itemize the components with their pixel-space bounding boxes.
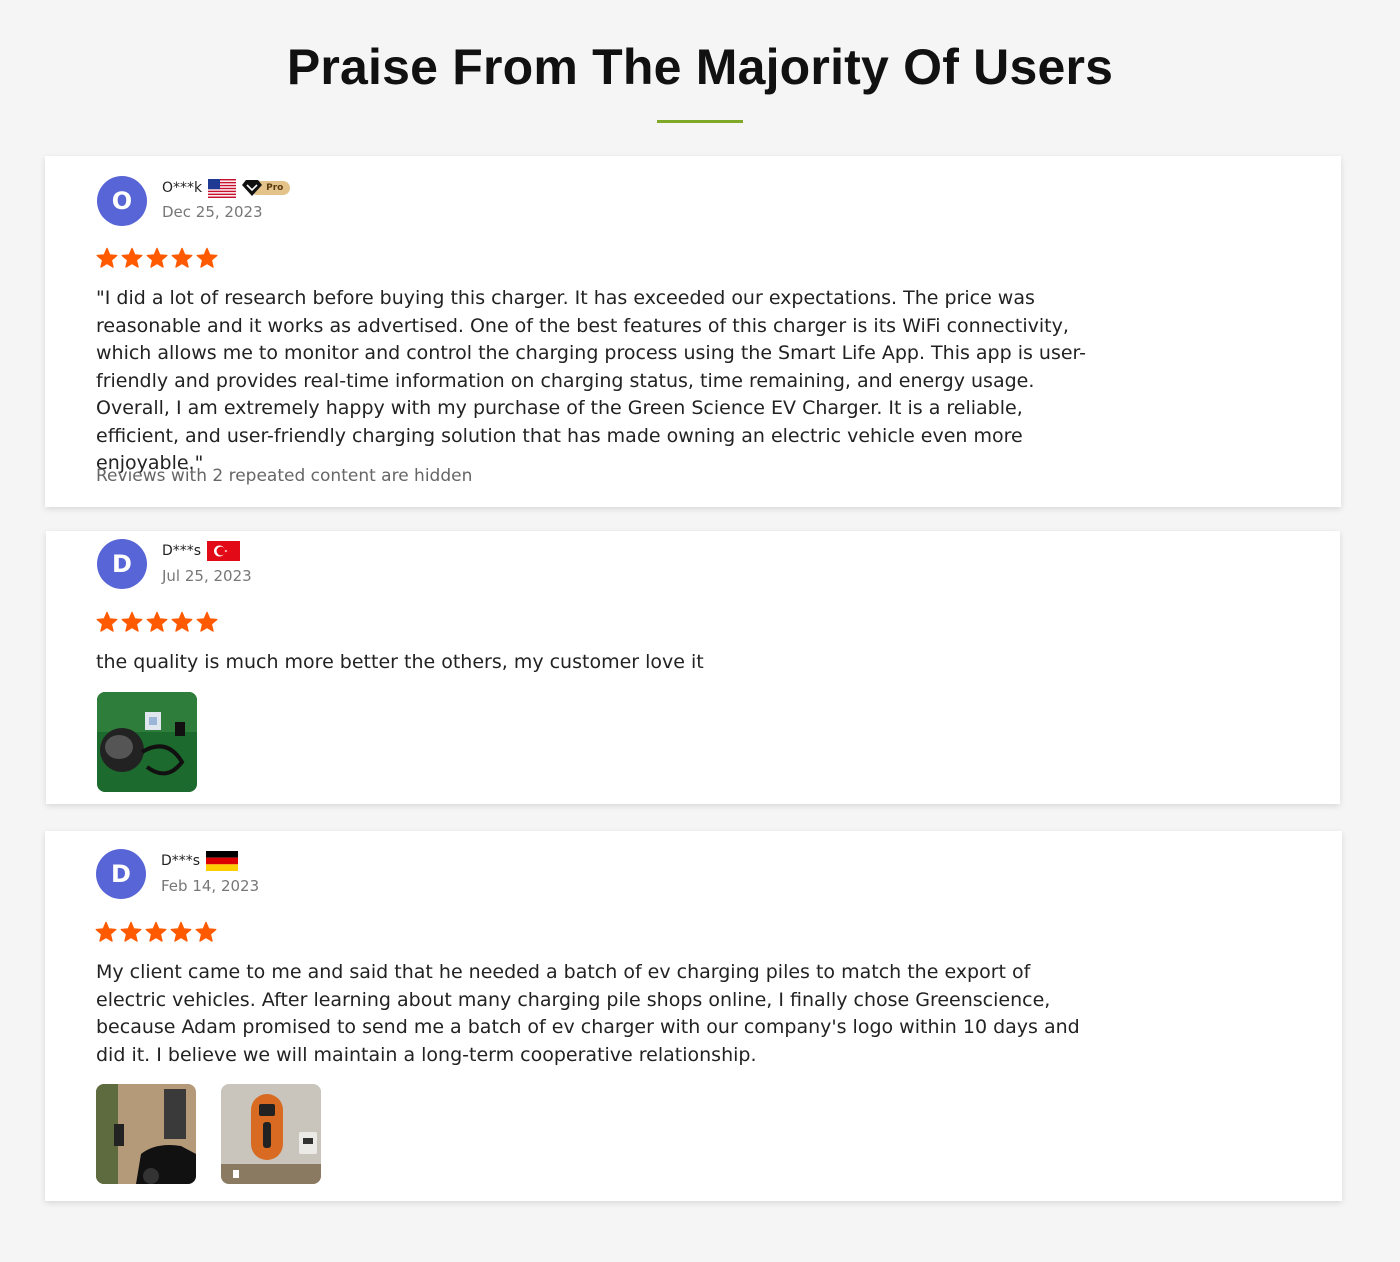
- star-rating: [96, 247, 218, 269]
- review-card: D D***s Jul 25, 2023 the quality is much…: [46, 531, 1340, 804]
- review-text: My client came to me and said that he ne…: [96, 961, 1080, 1066]
- charger-photo-image: [97, 692, 197, 792]
- avatar: O: [97, 176, 147, 226]
- user-line: D***s: [161, 851, 239, 871]
- user-line: O***k Pro: [162, 178, 291, 198]
- user-line: D***s: [162, 541, 241, 561]
- star-icon: [120, 921, 142, 942]
- review-card: D D***s Feb 14, 2023 My client came to m…: [45, 831, 1342, 1201]
- review-photo[interactable]: [96, 1084, 196, 1184]
- star-icon: [121, 247, 143, 268]
- star-icon: [171, 247, 193, 268]
- star-icon: [146, 247, 168, 268]
- us-flag-icon: [208, 178, 237, 198]
- germany-flag-icon: [206, 851, 239, 871]
- title-underline: [657, 120, 743, 123]
- turkey-flag-icon: [207, 541, 241, 561]
- review-text: "I did a lot of research before buying t…: [96, 287, 1087, 474]
- hidden-reviews-note[interactable]: Reviews with 2 repeated content are hidd…: [96, 466, 472, 486]
- review-photo[interactable]: [221, 1084, 321, 1184]
- star-icon: [145, 921, 167, 942]
- charger-wall-photo-image: [96, 1084, 196, 1184]
- review-date: Dec 25, 2023: [162, 203, 263, 221]
- review-date: Feb 14, 2023: [161, 877, 260, 895]
- orange-charger-photo-image: [221, 1084, 321, 1184]
- review-photo[interactable]: [97, 692, 197, 792]
- star-icon: [96, 611, 118, 632]
- star-rating: [95, 921, 217, 943]
- star-icon: [171, 611, 193, 632]
- review-text: the quality is much more better the othe…: [96, 651, 704, 673]
- page-title: Praise From The Majority Of Users: [286, 39, 1114, 95]
- star-icon: [95, 921, 117, 942]
- pro-badge: Pro: [242, 178, 291, 198]
- reviewer-name: D***s: [161, 853, 201, 869]
- star-icon: [170, 921, 192, 942]
- star-icon: [96, 247, 118, 268]
- star-icon: [146, 611, 168, 632]
- review-card: O O***k Pro Dec 25, 2023 "I did a lot of…: [45, 156, 1341, 507]
- star-icon: [195, 921, 217, 942]
- star-icon: [196, 611, 218, 632]
- review-date: Jul 25, 2023: [162, 567, 252, 585]
- reviewer-name: O***k: [162, 180, 203, 196]
- star-icon: [196, 247, 218, 268]
- star-icon: [121, 611, 143, 632]
- avatar: D: [96, 849, 146, 899]
- avatar: D: [97, 539, 147, 589]
- pro-badge-label: Pro: [266, 183, 284, 193]
- star-rating: [96, 611, 218, 633]
- reviewer-name: D***s: [162, 543, 202, 559]
